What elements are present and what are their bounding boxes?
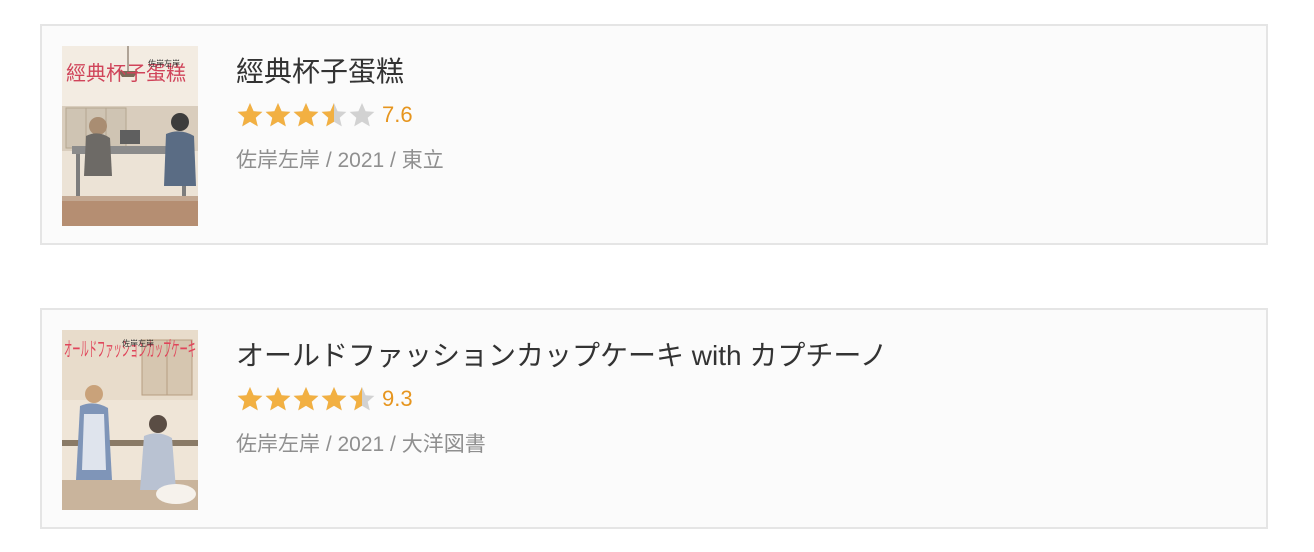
star-icon xyxy=(265,387,291,411)
book-title[interactable]: オールドファッションカップケーキ with カプチーノ xyxy=(236,336,888,376)
star-icon xyxy=(349,387,375,411)
star-icon xyxy=(293,103,319,127)
cover-author-text: 佐岸左岸 xyxy=(122,338,154,348)
book-card[interactable]: 經典杯子蛋糕 佐岸左岸 經典杯子蛋糕 7.6 佐岸左岸 / 2021 / 東立 xyxy=(40,24,1268,245)
star-icon xyxy=(237,103,263,127)
star-icon xyxy=(265,103,291,127)
book-cover-image[interactable]: 經典杯子蛋糕 佐岸左岸 xyxy=(62,46,198,226)
book-cover-image[interactable]: オールドファッションカップケーキ 佐岸左岸 xyxy=(62,330,198,510)
star-icon xyxy=(321,387,347,411)
star-rating xyxy=(236,385,376,413)
star-icon xyxy=(321,103,347,127)
star-icon xyxy=(349,103,375,127)
rating-row: 7.6 xyxy=(236,100,444,130)
book-info: オールドファッションカップケーキ with カプチーノ 9.3 佐岸左岸 / 2… xyxy=(236,336,888,460)
book-meta: 佐岸左岸 / 2021 / 大洋図書 xyxy=(236,433,486,456)
book-info: 經典杯子蛋糕 7.6 佐岸左岸 / 2021 / 東立 xyxy=(236,52,444,176)
star-icon xyxy=(293,387,319,411)
rating-score: 9.3 xyxy=(382,386,413,411)
star-icon xyxy=(237,387,263,411)
star-rating xyxy=(236,101,376,129)
book-title[interactable]: 經典杯子蛋糕 xyxy=(236,52,444,92)
cover-author-text: 佐岸左岸 xyxy=(148,58,180,68)
rating-score: 7.6 xyxy=(382,102,413,127)
book-list: 經典杯子蛋糕 佐岸左岸 經典杯子蛋糕 7.6 佐岸左岸 / 2021 / 東立 xyxy=(0,0,1314,552)
book-meta: 佐岸左岸 / 2021 / 東立 xyxy=(236,149,444,172)
book-card[interactable]: オールドファッションカップケーキ 佐岸左岸 オールドファッションカップケーキ w… xyxy=(40,308,1268,529)
rating-row: 9.3 xyxy=(236,384,888,414)
